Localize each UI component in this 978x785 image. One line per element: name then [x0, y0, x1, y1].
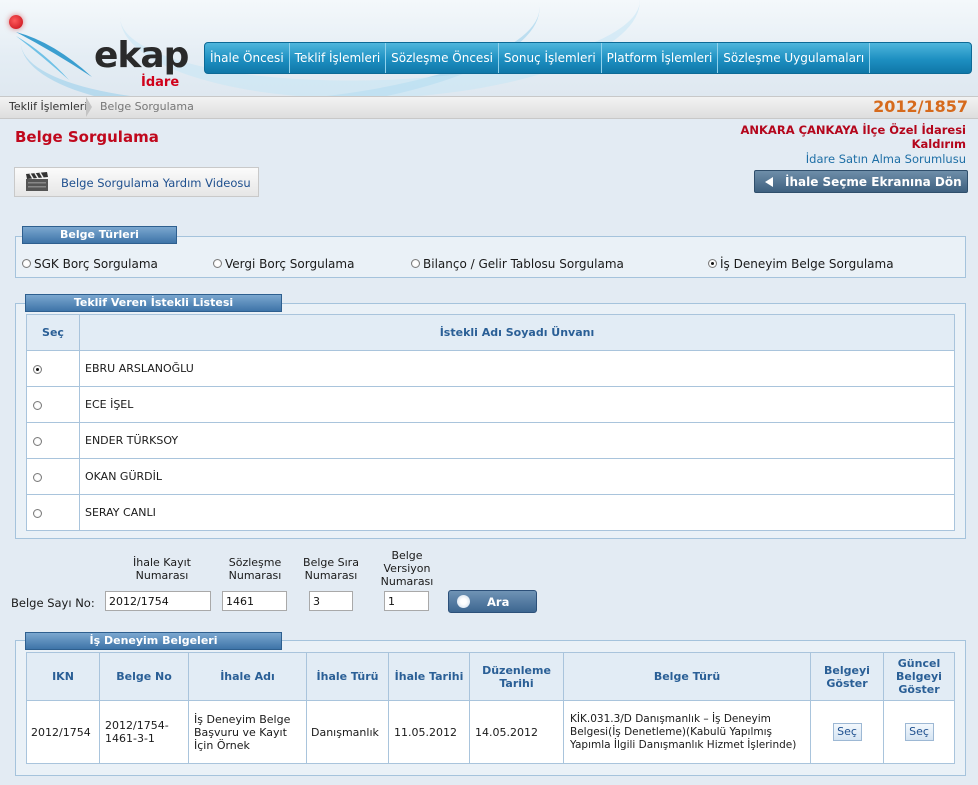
nav-sozlesme-uygulamalari[interactable]: Sözleşme Uygulamaları [718, 43, 871, 73]
column-header-ihale-turu: İhale Türü [306, 652, 389, 701]
doc-type-label: SGK Borç Sorgulama [34, 257, 158, 271]
search-button-label: Ara [487, 595, 510, 609]
help-video-button[interactable]: Belge Sorgulama Yardım Videosu [14, 167, 259, 197]
breadcrumb-separator-icon [86, 97, 92, 117]
belge-sira-label: Belge Sıra Numarası [303, 556, 359, 582]
bidder-name: OKAN GÜRDİL [79, 458, 955, 495]
radio-bilanco[interactable] [411, 259, 420, 268]
column-header-belgeyi-goster: Belgeyi Göster [810, 652, 884, 701]
table-row[interactable]: SERAY CANLI [26, 494, 955, 531]
doc-type-vergi[interactable]: Vergi Borç Sorgulama [213, 257, 354, 271]
app-header: ekap İdare İhale Öncesi Teklif İşlemleri… [0, 0, 978, 96]
search-icon [457, 595, 470, 608]
show-document-button[interactable]: Seç [832, 723, 862, 741]
column-header-bidder-name: İstekli Adı Soyadı Ünvanı [79, 314, 955, 351]
cell-duzenleme-tarihi: 14.05.2012 [469, 700, 564, 764]
cell-ikn: 2012/1754 [26, 700, 100, 764]
ikn-number: 2012/1857 [873, 97, 968, 116]
cell-belge-turu: KİK.031.3/D Danışmanlık – İş Deneyim Bel… [563, 700, 811, 764]
nav-platform-islemleri[interactable]: Platform İşlemleri [602, 43, 719, 73]
work-experience-table: IKN Belge No İhale Adı İhale Türü İhale … [26, 652, 955, 764]
search-button[interactable]: Ara [448, 590, 537, 613]
bidder-list-legend: Teklif Veren İstekli Listesi [25, 294, 282, 312]
bidder-name: EBRU ARSLANOĞLU [79, 350, 955, 387]
table-row[interactable]: EBRU ARSLANOĞLU [26, 350, 955, 387]
arrow-left-icon [765, 177, 773, 187]
doc-type-is-deneyim[interactable]: İş Deneyim Belge Sorgulama [708, 257, 894, 271]
column-header-ihale-tarihi: İhale Tarihi [388, 652, 470, 701]
column-header-ihale-adi: İhale Adı [188, 652, 307, 701]
logo-subtitle: İdare [141, 75, 180, 90]
bidder-table: Seç İstekli Adı Soyadı Ünvanı EBRU ARSLA… [26, 314, 955, 531]
logo-swoosh-icon [16, 32, 92, 80]
nav-sonuc-islemleri[interactable]: Sonuç İşlemleri [499, 43, 602, 73]
sozlesme-input[interactable] [222, 591, 287, 611]
table-row: 2012/1754 2012/1754-1461-3-1 İş Deneyim … [26, 700, 955, 764]
sozlesme-label: Sözleşme Numarası [228, 556, 282, 582]
page-title: Belge Sorgulama [15, 128, 159, 146]
column-header-guncel-belgeyi-goster: Güncel Belgeyi Göster [883, 652, 955, 701]
document-types-legend: Belge Türleri [22, 226, 177, 244]
clapperboard-icon [26, 172, 48, 191]
belge-sayi-label: Belge Sayı No: [11, 596, 95, 610]
ihale-kayit-label: İhale Kayıt Numarası [133, 556, 191, 582]
help-video-label: Belge Sorgulama Yardım Videosu [61, 176, 251, 190]
cell-ihale-turu: Danışmanlık [306, 700, 389, 764]
doc-type-label: Vergi Borç Sorgulama [225, 257, 355, 271]
cell-belge-no: 2012/1754-1461-3-1 [99, 700, 189, 764]
radio-sgk[interactable] [22, 259, 31, 268]
work-experience-legend: İş Deneyim Belgeleri [25, 632, 282, 650]
breadcrumb-item-current: Belge Sorgulama [100, 100, 194, 113]
belge-versiyon-input[interactable] [384, 591, 429, 611]
bidder-radio[interactable] [33, 400, 42, 410]
nav-ihale-oncesi[interactable]: İhale Öncesi [205, 43, 290, 73]
column-header-belge-turu: Belge Türü [563, 652, 811, 701]
belge-versiyon-label: Belge Versiyon Numarası [380, 549, 434, 588]
breadcrumb: Teklif İşlemleri Belge Sorgulama 2012/18… [0, 96, 978, 119]
organization-name: ANKARA ÇANKAYA İlçe Özel İdaresi Kaldırı… [740, 123, 967, 151]
bidder-radio[interactable] [33, 436, 42, 446]
cell-ihale-tarihi: 11.05.2012 [388, 700, 470, 764]
column-header-select: Seç [26, 314, 80, 351]
show-current-document-button[interactable]: Seç [904, 723, 934, 741]
bidder-radio[interactable] [33, 508, 42, 518]
ihale-kayit-input[interactable] [105, 591, 211, 611]
belge-sira-input[interactable] [309, 591, 353, 611]
column-header-belge-no: Belge No [99, 652, 189, 701]
table-row[interactable]: ECE İŞEL [26, 386, 955, 423]
doc-type-label: İş Deneyim Belge Sorgulama [720, 257, 894, 271]
back-button-label: İhale Seçme Ekranına Dön [785, 175, 962, 189]
table-row[interactable]: OKAN GÜRDİL [26, 458, 955, 495]
column-header-ikn: IKN [26, 652, 100, 701]
table-row[interactable]: ENDER TÜRKSOY [26, 422, 955, 459]
doc-type-label: Bilanço / Gelir Tablosu Sorgulama [423, 257, 624, 271]
back-to-tender-button[interactable]: İhale Seçme Ekranına Dön [754, 170, 968, 193]
user-role: İdare Satın Alma Sorumlusu [805, 152, 966, 166]
logo-text[interactable]: ekap [94, 36, 189, 76]
breadcrumb-item[interactable]: Teklif İşlemleri [9, 100, 87, 113]
radio-vergi[interactable] [213, 259, 222, 268]
nav-sozlesme-oncesi[interactable]: Sözleşme Öncesi [386, 43, 499, 73]
doc-type-sgk[interactable]: SGK Borç Sorgulama [22, 257, 158, 271]
bidder-name: ECE İŞEL [79, 386, 955, 423]
column-header-duzenleme-tarihi: Düzenleme Tarihi [469, 652, 564, 701]
doc-type-bilanco[interactable]: Bilanço / Gelir Tablosu Sorgulama [411, 257, 624, 271]
bidder-radio[interactable] [33, 472, 42, 482]
bidder-radio[interactable] [33, 364, 42, 374]
radio-is-deneyim[interactable] [708, 259, 717, 268]
bidder-name: SERAY CANLI [79, 494, 955, 531]
nav-teklif-islemleri[interactable]: Teklif İşlemleri [290, 43, 387, 73]
main-nav: İhale Öncesi Teklif İşlemleri Sözleşme Ö… [204, 42, 972, 74]
cell-ihale-adi: İş Deneyim Belge Başvuru ve Kayıt İçin Ö… [188, 700, 307, 764]
bidder-name: ENDER TÜRKSOY [79, 422, 955, 459]
